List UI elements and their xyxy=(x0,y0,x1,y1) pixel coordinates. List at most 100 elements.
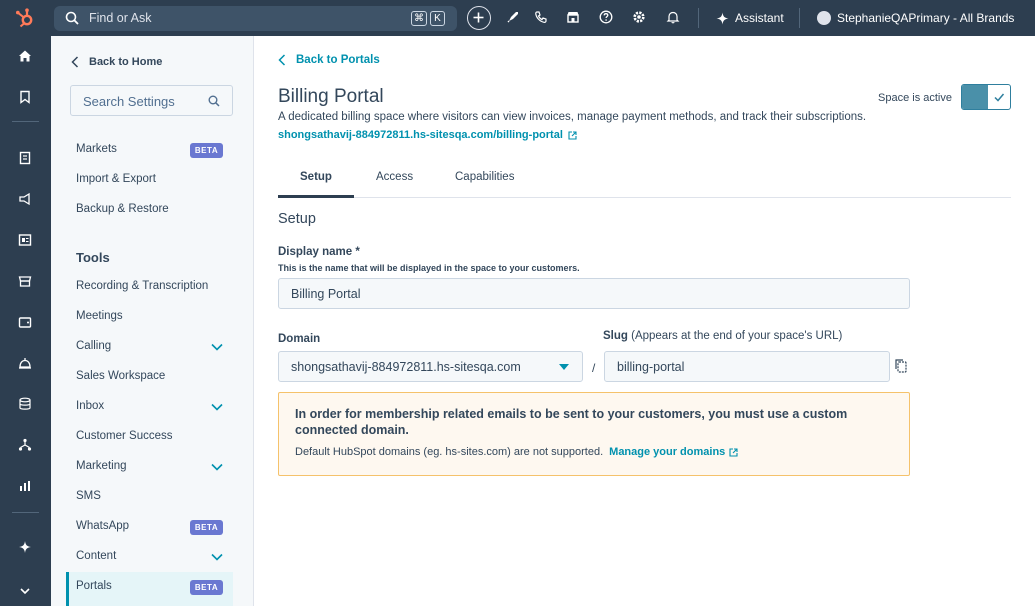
display-name-help-text: This is the name that will be displayed … xyxy=(278,263,580,273)
settings-search-input[interactable]: Search Settings xyxy=(70,85,233,116)
tab-setup[interactable]: Setup xyxy=(300,171,332,183)
search-placeholder: Find or Ask xyxy=(89,11,152,25)
portal-tabs: Setup Access Capabilities xyxy=(278,164,1011,198)
sidebar-item-portals[interactable]: Portals xyxy=(76,580,112,592)
slug-label: Slug xyxy=(603,330,628,342)
reporting-icon[interactable] xyxy=(18,479,32,493)
chevron-down-icon[interactable] xyxy=(211,463,223,471)
sidebar-item-sms[interactable]: SMS xyxy=(76,490,101,502)
help-icon[interactable] xyxy=(599,10,613,24)
chevron-left-icon xyxy=(278,54,286,66)
wallet-icon[interactable] xyxy=(18,315,32,329)
space-active-label: Space is active xyxy=(878,92,952,104)
k-key-hint: K xyxy=(430,11,445,26)
beta-badge: BETA xyxy=(190,520,223,535)
custom-domain-alert: In order for membership related emails t… xyxy=(278,392,910,476)
beta-badge: BETA xyxy=(190,580,223,595)
account-menu[interactable]: StephanieQAPrimary - All Brands xyxy=(817,8,1014,28)
sidebar-item-import-export[interactable]: Import & Export xyxy=(76,173,156,185)
settings-gear-icon[interactable] xyxy=(632,10,646,24)
automation-icon[interactable] xyxy=(18,438,32,452)
hubspot-logo-icon[interactable] xyxy=(14,7,36,29)
calling-phone-icon[interactable] xyxy=(534,10,548,24)
alert-body: Default HubSpot domains (eg. hs-sites.co… xyxy=(295,446,738,458)
sparkle-icon xyxy=(716,12,729,25)
sidebar-item-calling[interactable]: Calling xyxy=(76,340,111,352)
page-title: Billing Portal xyxy=(278,86,384,107)
back-to-portals-link[interactable]: Back to Portals xyxy=(278,54,380,66)
domain-value: shongsathavij-884972811.hs-sitesqa.com xyxy=(291,360,521,374)
sidebar-item-recording-transcription[interactable]: Recording & Transcription xyxy=(76,280,208,292)
create-new-button[interactable] xyxy=(467,6,491,30)
sidebar-item-inbox[interactable]: Inbox xyxy=(76,400,104,412)
sidebar-item-meetings[interactable]: Meetings xyxy=(76,310,123,322)
sidebar-item-customer-success[interactable]: Customer Success xyxy=(76,430,173,442)
settings-search-placeholder: Search Settings xyxy=(83,94,175,109)
chevron-down-icon[interactable] xyxy=(211,403,223,411)
back-to-home-label: Back to Home xyxy=(89,56,163,68)
tab-access[interactable]: Access xyxy=(376,171,413,183)
alert-title: In order for membership related emails t… xyxy=(295,407,848,437)
sidebar-item-marketing[interactable]: Marketing xyxy=(76,460,127,472)
rail-divider xyxy=(12,121,39,122)
alert-body-text: Default HubSpot domains (eg. hs-sites.co… xyxy=(295,446,604,458)
sidebar-item-backup-restore[interactable]: Backup & Restore xyxy=(76,203,169,215)
content-icon[interactable] xyxy=(18,233,32,247)
rail-divider xyxy=(12,512,39,513)
home-icon[interactable] xyxy=(18,49,32,63)
data-management-icon[interactable] xyxy=(18,397,32,411)
slug-label-group: Slug (Appears at the end of your space's… xyxy=(603,330,842,342)
domain-label: Domain xyxy=(278,333,321,345)
domain-select[interactable]: shongsathavij-884972811.hs-sitesqa.com xyxy=(278,351,583,382)
tools-heading: Tools xyxy=(76,250,110,265)
search-icon xyxy=(65,11,79,25)
contacts-icon[interactable] xyxy=(18,151,32,165)
account-name: StephanieQAPrimary - All Brands xyxy=(837,11,1015,25)
notifications-bell-icon[interactable] xyxy=(666,10,680,24)
external-link-icon xyxy=(729,447,738,457)
space-active-toggle[interactable] xyxy=(961,84,1011,110)
dropdown-caret-icon xyxy=(559,364,569,370)
sidebar-item-sales-workspace[interactable]: Sales Workspace xyxy=(76,370,165,382)
display-name-value: Billing Portal xyxy=(291,287,361,301)
back-to-portals-label: Back to Portals xyxy=(296,54,380,66)
global-search-input[interactable]: Find or Ask ⌘ K xyxy=(54,6,457,31)
copy-icon[interactable] xyxy=(894,358,908,374)
manage-domains-link[interactable]: Manage your domains xyxy=(609,446,725,458)
tab-capabilities[interactable]: Capabilities xyxy=(455,171,514,183)
service-bell-icon[interactable] xyxy=(18,356,32,370)
sidebar-item-whatsapp[interactable]: WhatsApp xyxy=(76,520,129,532)
page-description: A dedicated billing space where visitors… xyxy=(278,111,867,123)
marketing-megaphone-icon[interactable] xyxy=(18,192,32,206)
main-navigation-rail xyxy=(0,36,51,606)
beta-badge: BETA xyxy=(190,143,223,158)
chevron-down-icon[interactable] xyxy=(211,343,223,351)
main-content: Back to Portals Billing Portal A dedicat… xyxy=(254,36,1035,606)
search-icon xyxy=(208,95,220,107)
sidebar-item-content[interactable]: Content xyxy=(76,550,116,562)
slug-hint: (Appears at the end of your space's URL) xyxy=(631,330,843,342)
display-name-input[interactable]: Billing Portal xyxy=(278,278,910,309)
settings-sidebar: Back to Home Search Settings Markets BET… xyxy=(51,36,254,606)
slug-input[interactable]: billing-portal xyxy=(604,351,890,382)
assistant-label: Assistant xyxy=(735,11,784,25)
upgrade-rocket-icon[interactable] xyxy=(506,10,520,24)
sidebar-item-markets[interactable]: Markets xyxy=(76,143,117,155)
marketplace-icon[interactable] xyxy=(566,10,580,24)
portal-url-link[interactable]: shongsathavij-884972811.hs-sitesqa.com/b… xyxy=(278,129,577,141)
expand-chevron-down-icon[interactable] xyxy=(18,584,32,598)
external-link-icon xyxy=(568,130,577,140)
domain-slug-separator: / xyxy=(592,361,596,375)
commerce-icon[interactable] xyxy=(18,274,32,288)
bookmark-icon[interactable] xyxy=(18,90,32,104)
back-to-home-link[interactable]: Back to Home xyxy=(71,56,162,68)
topbar-divider xyxy=(698,8,699,28)
chevron-down-icon[interactable] xyxy=(211,553,223,561)
assistant-button[interactable]: Assistant xyxy=(716,8,784,28)
portal-url-text: shongsathavij-884972811.hs-sitesqa.com/b… xyxy=(278,129,563,141)
section-title: Setup xyxy=(278,211,316,227)
breeze-sparkle-icon[interactable] xyxy=(18,540,32,554)
command-key-hint: ⌘ xyxy=(411,11,427,26)
top-navigation-bar: Find or Ask ⌘ K Assistant StephanieQAPri… xyxy=(0,0,1035,36)
display-name-label: Display name * xyxy=(278,246,360,258)
